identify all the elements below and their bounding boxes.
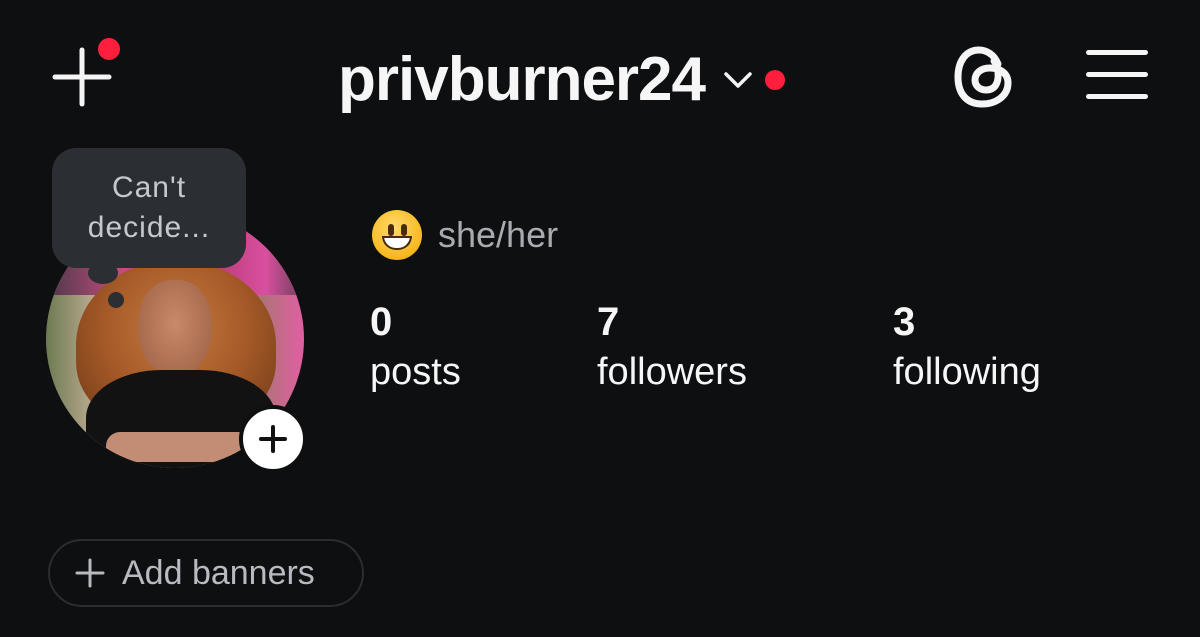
plus-icon bbox=[259, 425, 287, 453]
note-text: Can't decide... bbox=[87, 171, 211, 244]
chevron-down-icon bbox=[724, 72, 752, 88]
account-switcher[interactable]: privburner24 bbox=[338, 40, 786, 120]
following-label: following bbox=[893, 351, 1041, 393]
menu-button[interactable] bbox=[1086, 50, 1148, 100]
followers-count: 7 bbox=[597, 300, 620, 344]
pronouns: she/her bbox=[372, 210, 558, 260]
notification-dot bbox=[765, 70, 786, 90]
posts-label: posts bbox=[370, 351, 461, 393]
stat-following[interactable]: 3 following bbox=[893, 298, 1041, 398]
username: privburner24 bbox=[338, 45, 706, 114]
plus-icon bbox=[75, 558, 105, 588]
add-banners-button[interactable]: Add banners bbox=[48, 539, 364, 607]
new-post-button[interactable] bbox=[50, 38, 120, 107]
add-story-button[interactable] bbox=[239, 405, 307, 473]
threads-button[interactable] bbox=[952, 44, 1018, 110]
posts-count: 0 bbox=[370, 300, 393, 344]
following-count: 3 bbox=[893, 300, 916, 344]
grinning-face-emoji bbox=[372, 210, 422, 260]
followers-label: followers bbox=[597, 351, 747, 393]
hamburger-menu-icon bbox=[1086, 50, 1148, 55]
pronouns-text: she/her bbox=[438, 214, 559, 255]
note-bubble[interactable]: Can't decide... bbox=[52, 148, 246, 268]
threads-icon bbox=[954, 46, 1012, 108]
stat-followers[interactable]: 7 followers bbox=[597, 298, 747, 398]
top-bar: privburner24 bbox=[0, 0, 1200, 150]
add-banners-label: Add banners bbox=[122, 553, 315, 592]
note-bubble-tail bbox=[108, 292, 124, 308]
notification-dot bbox=[98, 38, 120, 60]
stat-posts[interactable]: 0 posts bbox=[370, 298, 461, 398]
